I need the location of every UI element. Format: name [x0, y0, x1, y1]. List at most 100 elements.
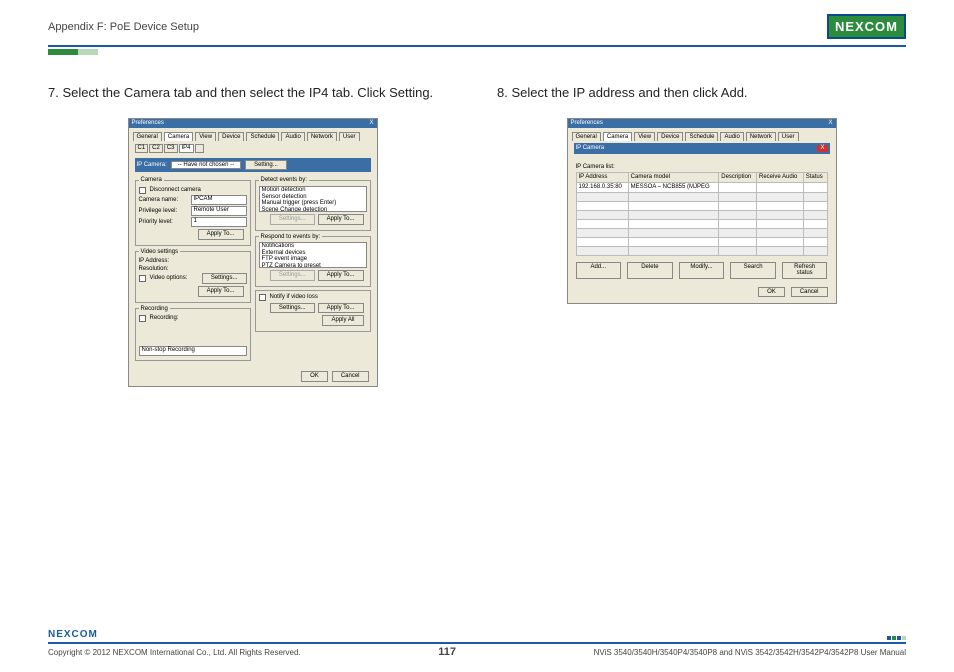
ip-address-label: IP Address:	[139, 258, 247, 265]
list-item[interactable]: PTZ Camera to preset	[260, 263, 366, 268]
subtab-c2[interactable]: C2	[149, 144, 163, 153]
footer-dots-icon	[887, 636, 906, 640]
col-left: 7. Select the Camera tab and then select…	[48, 85, 457, 387]
respond-legend: Respond to events by:	[259, 234, 323, 241]
tab-view[interactable]: View	[195, 132, 216, 142]
tab-device[interactable]: Device	[218, 132, 244, 142]
cell-model[interactable]: MESSOA – NCB855 (MJPEG	[628, 182, 719, 192]
cell-desc[interactable]	[719, 182, 757, 192]
tab-view[interactable]: View	[634, 132, 655, 142]
tab-general[interactable]: General	[572, 132, 601, 142]
recording-mode-select[interactable]: Non-stop Recording	[139, 346, 247, 356]
apply-all-button[interactable]: Apply All	[322, 315, 363, 326]
recording-checkbox[interactable]	[139, 315, 146, 322]
detect-apply-to-button[interactable]: Apply To...	[318, 214, 364, 225]
header-rules	[0, 45, 954, 55]
list-item[interactable]: External devices	[260, 250, 366, 257]
tab-camera[interactable]: Camera	[164, 132, 193, 142]
ip-camera-label: IP Camera:	[137, 162, 167, 169]
notify-apply-to-button[interactable]: Apply To...	[318, 303, 364, 314]
subtab-c3[interactable]: C3	[164, 144, 178, 153]
tab-schedule[interactable]: Schedule	[246, 132, 279, 142]
subtab-blank[interactable]	[195, 144, 204, 153]
notify-settings-button[interactable]: Settings...	[270, 303, 315, 314]
tab-network[interactable]: Network	[307, 132, 337, 142]
table-row	[576, 219, 827, 228]
recording-label: Recording:	[150, 315, 179, 322]
list-item[interactable]: Motion detection	[260, 187, 366, 194]
tab-schedule[interactable]: Schedule	[685, 132, 718, 142]
ip-camera-select[interactable]: -- Have not chosen --	[171, 161, 241, 170]
screenshot-preferences-camera: Preferences X General Camera View Device…	[128, 118, 378, 387]
privilege-select[interactable]: Remote User	[191, 206, 247, 216]
video-options-checkbox[interactable]	[139, 275, 146, 282]
list-item[interactable]: Notifications	[260, 243, 366, 250]
table-row[interactable]: 192.168.0.35:80 MESSOA – NCB855 (MJPEG	[576, 182, 827, 192]
col-right: 8. Select the IP address and then click …	[497, 85, 906, 387]
disconnect-label: Disconnect camera	[150, 187, 201, 194]
priority-select[interactable]: 1	[191, 217, 247, 227]
delete-button[interactable]: Delete	[627, 262, 673, 279]
cancel-button[interactable]: Cancel	[791, 287, 828, 298]
table-row	[576, 228, 827, 237]
tab-network[interactable]: Network	[746, 132, 776, 142]
camera-apply-to-button[interactable]: Apply To...	[198, 229, 244, 240]
close-icon[interactable]: X	[369, 120, 373, 127]
brand-logo-text: NEXCOM	[827, 14, 906, 39]
list-item[interactable]: Sensor detection	[260, 194, 366, 201]
ip-camera-table[interactable]: IP Address Camera model Description Rece…	[576, 172, 828, 255]
tab-general[interactable]: General	[133, 132, 162, 142]
detect-list[interactable]: Motion detection Sensor detection Manual…	[259, 186, 367, 212]
disconnect-checkbox[interactable]	[139, 187, 146, 194]
ok-button[interactable]: OK	[758, 287, 785, 298]
col-desc[interactable]: Description	[719, 173, 757, 183]
tab-device[interactable]: Device	[657, 132, 683, 142]
camera-name-input[interactable]: IPCAM	[191, 195, 247, 205]
refresh-status-button[interactable]: Refresh status	[782, 262, 828, 279]
col-audio[interactable]: Receive Audio	[757, 173, 804, 183]
cancel-button[interactable]: Cancel	[332, 371, 369, 382]
close-icon[interactable]: X	[817, 145, 827, 152]
subtab-c1[interactable]: C1	[135, 144, 149, 153]
search-button[interactable]: Search	[730, 262, 776, 279]
subtab-ip4[interactable]: IP4	[179, 144, 194, 153]
video-apply-to-button[interactable]: Apply To...	[198, 286, 244, 297]
step-7-text: 7. Select the Camera tab and then select…	[48, 85, 457, 100]
tab-audio[interactable]: Audio	[281, 132, 304, 142]
page-header: Appendix F: PoE Device Setup NEXCOM	[0, 0, 954, 45]
respond-apply-to-button[interactable]: Apply To...	[318, 270, 364, 281]
table-row	[576, 237, 827, 246]
modify-button[interactable]: Modify...	[679, 262, 725, 279]
col-ip[interactable]: IP Address	[576, 173, 628, 183]
list-item[interactable]: Manual trigger (press Enter)	[260, 200, 366, 207]
camera-legend: Camera	[139, 177, 164, 184]
cell-ip[interactable]: 192.168.0.35:80	[576, 182, 628, 192]
tab-user[interactable]: User	[339, 132, 360, 142]
footer-brand: NEXCOM	[48, 629, 98, 640]
video-settings-button[interactable]: Settings...	[202, 273, 247, 284]
resolution-label: Resolution:	[139, 266, 247, 273]
col-status[interactable]: Status	[803, 173, 827, 183]
close-icon[interactable]: X	[828, 120, 832, 127]
notify-loss-checkbox[interactable]	[259, 294, 266, 301]
detect-settings-button: Settings...	[270, 214, 315, 225]
ip-camera-bar: IP Camera: -- Have not chosen -- Setting…	[135, 158, 371, 173]
list-item[interactable]: Scene Change detection	[260, 207, 366, 212]
appendix-title: Appendix F: PoE Device Setup	[48, 21, 199, 33]
tab-user[interactable]: User	[778, 132, 799, 142]
col-model[interactable]: Camera model	[628, 173, 719, 183]
tab-camera[interactable]: Camera	[603, 132, 632, 142]
setting-button[interactable]: Setting...	[245, 160, 287, 171]
list-item[interactable]: FTP event image	[260, 256, 366, 263]
camera-subtabs: C1 C2 C3 IP4	[129, 141, 377, 156]
cell-status[interactable]	[803, 182, 827, 192]
respond-list[interactable]: Notifications External devices FTP event…	[259, 242, 367, 268]
table-row	[576, 201, 827, 210]
ok-button[interactable]: OK	[301, 371, 328, 382]
notify-loss-label: Notify if video loss	[270, 294, 318, 301]
add-button[interactable]: Add...	[576, 262, 622, 279]
respond-events-fieldset: Respond to events by: Notifications Exte…	[255, 234, 371, 287]
tab-audio[interactable]: Audio	[720, 132, 743, 142]
cell-audio[interactable]	[757, 182, 804, 192]
page-footer: NEXCOM Copyright © 2012 NEXCOM Internati…	[0, 629, 954, 658]
